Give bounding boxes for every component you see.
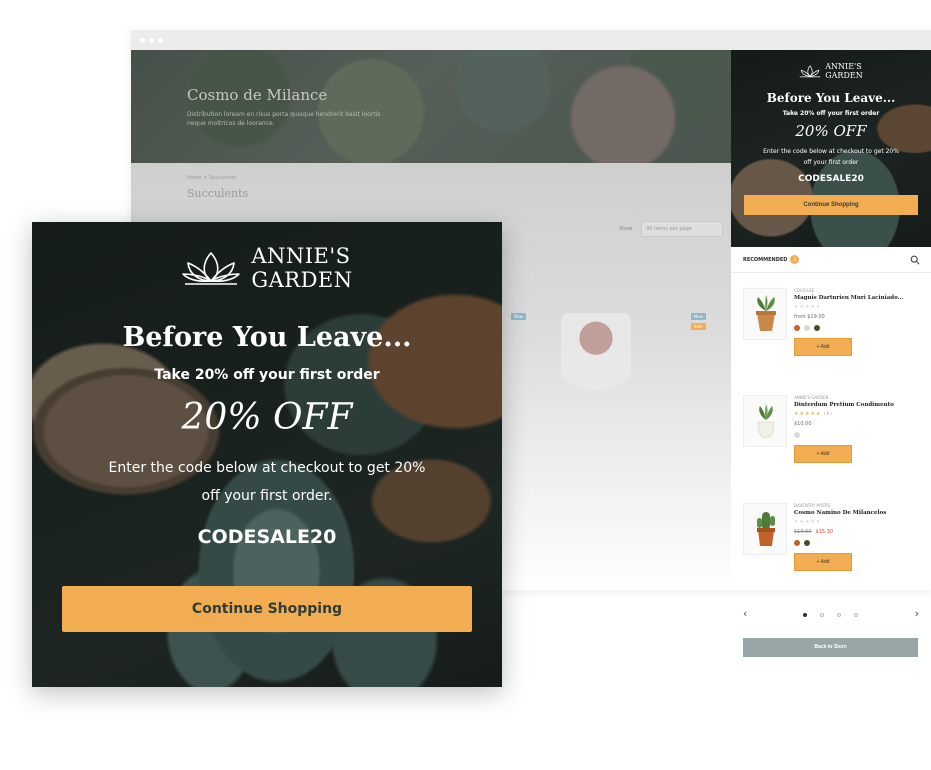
category-hero: Cosmo de Milance Distribution loream en … [131, 50, 731, 163]
banner-title: Before You Leave... [766, 91, 896, 105]
original-price: $19.00 [794, 529, 812, 535]
back-to-store-button[interactable]: Back to Store [743, 638, 918, 657]
items-per-page-select[interactable]: 30 items per page [641, 221, 723, 237]
stage: Cosmo de Milance Distribution loream en … [0, 0, 931, 770]
exit-offer-banner: ANNIE'S GARDEN Before You Leave... Take … [731, 50, 931, 247]
color-swatches [794, 325, 924, 331]
brand-logo: ANNIE'S GARDEN [731, 50, 931, 82]
add-to-cart-button[interactable]: + Add [794, 338, 852, 356]
carousel-dot[interactable] [837, 613, 841, 617]
popup-description: Enter the code below at checkout to get … [108, 460, 426, 504]
carousel-pager: ‹ › [743, 607, 919, 620]
recommended-header: RECOMMENDED 3 [731, 247, 931, 273]
window-dot-icon [158, 37, 163, 43]
product-rating: ★★★★★ (6) [794, 411, 924, 417]
popup-discount: 20% OFF [181, 397, 353, 438]
product-name[interactable]: Magnis Darturien Muri Laciniado... [794, 295, 924, 301]
logo-line1: ANNIE'S [251, 244, 351, 268]
carousel-dots [803, 613, 858, 617]
product-card[interactable]: DAVENTRY MYERS Cosmo Namino De Milancelo… [743, 503, 923, 603]
recommended-label: RECOMMENDED [743, 256, 788, 263]
coupon-code[interactable]: CODESALE20 [32, 526, 502, 548]
product-thumbnail[interactable] [743, 288, 787, 340]
banner-description: Enter the code below at checkout to get … [763, 148, 899, 166]
show-label: Show [619, 226, 633, 232]
banner-continue-shopping-button[interactable]: Continue Shopping [744, 195, 918, 215]
color-swatch[interactable] [794, 540, 800, 546]
logo-line2: GARDEN [251, 268, 353, 292]
product-name[interactable]: Cosmo Namino De Milancelos [794, 510, 924, 516]
window-dot-icon [140, 37, 145, 43]
product-price: $10.00 [794, 421, 812, 427]
hero-subtitle: Distribution loream en risus porta quisq… [187, 111, 381, 127]
recommended-count-badge: 3 [790, 255, 800, 264]
rating-stars: ★★★★★ [794, 411, 822, 417]
brand-logo: ANNIE'S GARDEN [32, 222, 502, 294]
product-thumbnail[interactable] [743, 395, 787, 447]
color-swatch[interactable] [794, 325, 800, 331]
rating-count: (6) [824, 411, 833, 416]
color-swatch[interactable] [804, 540, 810, 546]
carousel-dot[interactable] [820, 613, 824, 617]
product-card[interactable]: ANNIE'S GARDEN Dinterdum Pretium Condime… [743, 395, 923, 495]
popup-subtitle: Take 20% off your first order [154, 367, 380, 383]
lotus-icon [182, 252, 241, 285]
banner-subtitle: Take 20% off your first order [782, 110, 880, 117]
product-thumbnail[interactable] [743, 503, 787, 555]
new-badge: New [691, 313, 706, 320]
product-image[interactable] [561, 313, 631, 403]
breadcrumb[interactable]: Home > Succulents [187, 175, 236, 181]
color-swatches [794, 540, 924, 546]
lotus-icon [799, 64, 821, 77]
exit-intent-popup: ANNIE'S GARDEN Before You Leave... Take … [32, 222, 502, 687]
color-swatches [794, 432, 924, 438]
window-dot-icon [149, 37, 154, 43]
potted-plant-icon [757, 404, 775, 439]
carousel-dot[interactable] [803, 613, 807, 617]
logo-line1: ANNIE'S [825, 61, 862, 71]
search-icon[interactable] [910, 255, 920, 265]
popup-title: Before You Leave... [122, 322, 412, 353]
page-title: Succulents [187, 187, 249, 200]
sale-price: $15.30 [815, 529, 834, 535]
sale-badge: Sale [691, 323, 706, 330]
potted-plant-icon [756, 295, 776, 331]
hero-title: Cosmo de Milance [187, 86, 328, 104]
product-price: from $19.00 [794, 314, 825, 320]
add-to-cart-button[interactable]: + Add [794, 553, 852, 571]
logo-line2: GARDEN [825, 70, 863, 80]
banner-coupon-code[interactable]: CODESALE20 [731, 174, 931, 184]
product-brand: COCO LEE [794, 288, 815, 293]
continue-shopping-button[interactable]: Continue Shopping [62, 586, 472, 632]
product-brand: DAVENTRY MYERS [794, 503, 831, 508]
recommendation-panel: ANNIE'S GARDEN Before You Leave... Take … [731, 50, 931, 657]
browser-titlebar [131, 30, 931, 50]
product-price: $19.00 $15.30 [794, 529, 924, 535]
chevron-right-icon[interactable]: › [915, 607, 919, 620]
product-rating: ★★★★★ [794, 519, 822, 525]
banner-discount: 20% OFF [795, 122, 867, 140]
product-rating: ★★★★★ [794, 304, 822, 310]
carousel-dot[interactable] [854, 613, 858, 617]
chevron-left-icon[interactable]: ‹ [743, 607, 747, 620]
potted-cactus-icon [757, 512, 775, 546]
product-name[interactable]: Dinterdum Pretium Condimento [794, 402, 924, 408]
add-to-cart-button[interactable]: + Add [794, 445, 852, 463]
color-swatch[interactable] [814, 325, 820, 331]
product-brand: ANNIE'S GARDEN [794, 395, 829, 400]
product-card[interactable]: COCO LEE Magnis Darturien Muri Laciniado… [743, 288, 923, 388]
new-badge: New [511, 313, 526, 320]
color-swatch[interactable] [804, 325, 810, 331]
color-swatch[interactable] [794, 432, 800, 438]
